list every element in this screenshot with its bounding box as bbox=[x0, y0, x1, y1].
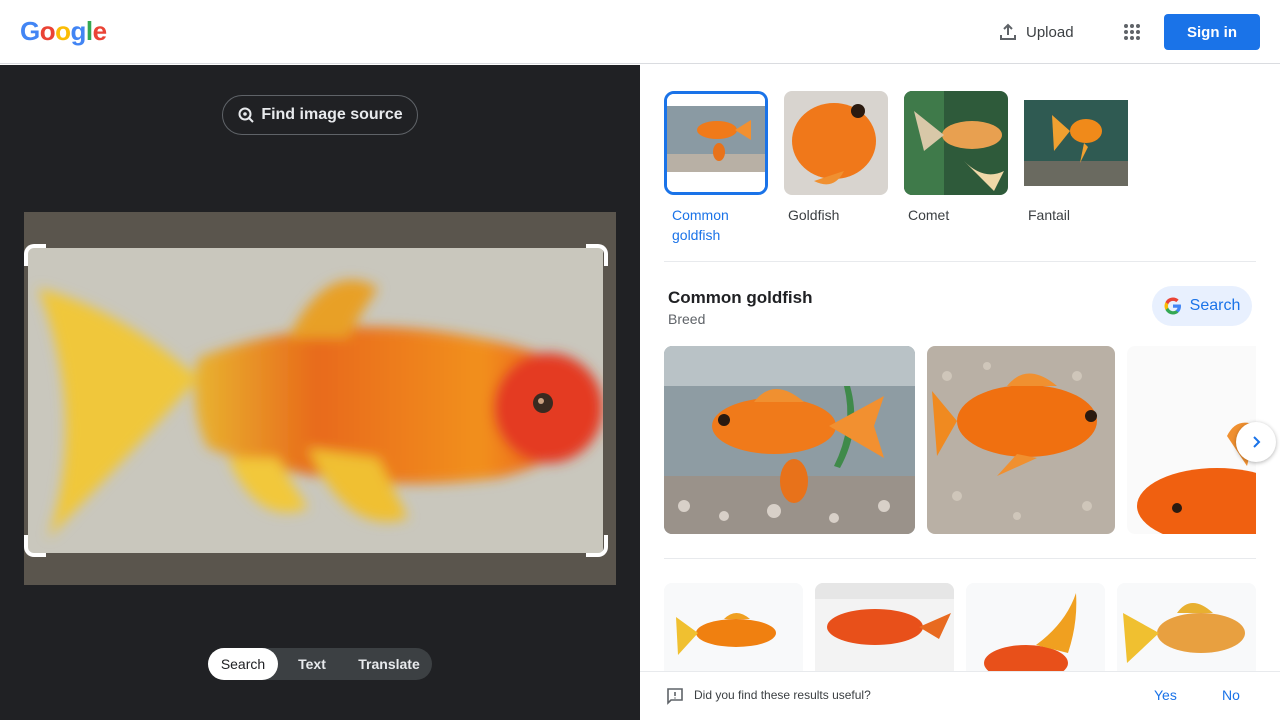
query-image bbox=[24, 212, 616, 585]
top-bar: Google Upload Sign in bbox=[0, 0, 1280, 64]
refine-chips: Common goldfish Goldfish Comet Fantail bbox=[664, 91, 1128, 245]
visual-matches-grid bbox=[664, 583, 1256, 683]
lens-search-icon bbox=[238, 107, 255, 123]
logo-letter: o bbox=[39, 16, 56, 46]
apps-grid-icon bbox=[1124, 24, 1140, 40]
feedback-question: Did you find these results useful? bbox=[694, 688, 871, 702]
knowledge-search-button[interactable]: Search bbox=[1152, 286, 1252, 326]
result-card[interactable] bbox=[966, 583, 1105, 683]
result-thumbnail bbox=[664, 583, 803, 683]
feedback-yes-button[interactable]: Yes bbox=[1154, 687, 1177, 703]
google-g-icon bbox=[1164, 297, 1181, 315]
knowledge-subtitle: Breed bbox=[668, 311, 706, 327]
chip-comet[interactable]: Comet bbox=[904, 91, 1008, 245]
results-pane: Common goldfish Goldfish Comet Fantail C… bbox=[640, 65, 1280, 720]
tab-translate[interactable]: Translate bbox=[346, 648, 432, 680]
result-thumbnail bbox=[966, 583, 1105, 683]
aquarium-goldfish-thumb bbox=[667, 94, 765, 192]
chip-thumbnail bbox=[1024, 91, 1128, 195]
result-card[interactable] bbox=[664, 583, 803, 683]
logo-letter: G bbox=[20, 16, 40, 46]
knowledge-image-carousel bbox=[664, 346, 1256, 534]
crop-region[interactable] bbox=[28, 248, 603, 553]
chip-label: Comet bbox=[908, 207, 950, 223]
result-thumbnail bbox=[1117, 583, 1256, 683]
chip-label: Fantail bbox=[1028, 207, 1071, 223]
comet-thumb bbox=[904, 91, 1008, 195]
knowledge-title: Common goldfish bbox=[668, 288, 813, 307]
chip-thumbnail bbox=[664, 91, 768, 195]
find-image-source-button[interactable]: Find image source bbox=[222, 95, 418, 135]
chip-fantail[interactable]: Fantail bbox=[1024, 91, 1128, 245]
crop-handle-bottom-right[interactable] bbox=[586, 535, 608, 557]
feedback-no-button[interactable]: No bbox=[1222, 687, 1240, 703]
apps-button[interactable] bbox=[1114, 14, 1150, 50]
upload-button[interactable]: Upload bbox=[986, 14, 1086, 50]
chip-label: Goldfish bbox=[788, 207, 840, 223]
sign-in-button[interactable]: Sign in bbox=[1164, 14, 1260, 50]
tab-text[interactable]: Text bbox=[278, 648, 346, 680]
tab-search[interactable]: Search bbox=[208, 648, 278, 680]
chip-goldfish[interactable]: Goldfish bbox=[784, 91, 888, 245]
google-logo[interactable]: Google bbox=[20, 16, 107, 47]
fantail-thumb bbox=[1024, 91, 1128, 195]
chip-label: Common goldfish bbox=[672, 207, 729, 243]
logo-letter: g bbox=[70, 16, 87, 46]
divider bbox=[664, 261, 1256, 262]
logo-letter: o bbox=[55, 16, 71, 46]
divider bbox=[664, 558, 1256, 559]
carousel-image[interactable] bbox=[927, 346, 1115, 534]
knowledge-search-label: Search bbox=[1189, 297, 1241, 314]
feedback-icon bbox=[667, 688, 683, 705]
aquarium-goldfish-photo bbox=[664, 346, 915, 534]
crop-handle-top-left[interactable] bbox=[24, 244, 46, 266]
goldfish-thumb bbox=[784, 91, 888, 195]
chip-thumbnail bbox=[784, 91, 888, 195]
goldfish-image bbox=[28, 248, 603, 553]
chevron-right-icon bbox=[1253, 436, 1261, 448]
crop-handle-bottom-left[interactable] bbox=[24, 535, 46, 557]
gravel-goldfish-photo bbox=[927, 346, 1115, 534]
image-preview-pane: Find image source Search Text Translate bbox=[0, 65, 640, 720]
logo-letter: e bbox=[92, 16, 107, 46]
chip-thumbnail bbox=[904, 91, 1008, 195]
carousel-next-button[interactable] bbox=[1236, 422, 1276, 462]
feedback-bar: Did you find these results useful? Yes N… bbox=[640, 671, 1280, 720]
find-source-label: Find image source bbox=[261, 106, 403, 123]
upload-label: Upload bbox=[1026, 23, 1074, 41]
mode-tab-group: Search Text Translate bbox=[208, 648, 432, 680]
chip-common-goldfish[interactable]: Common goldfish bbox=[664, 91, 768, 245]
result-card[interactable] bbox=[815, 583, 954, 683]
result-card[interactable] bbox=[1117, 583, 1256, 683]
crop-handle-top-right[interactable] bbox=[586, 244, 608, 266]
upload-icon bbox=[1000, 23, 1016, 40]
result-thumbnail bbox=[815, 583, 954, 683]
logo-letter: l bbox=[85, 16, 93, 46]
carousel-image[interactable] bbox=[664, 346, 915, 534]
